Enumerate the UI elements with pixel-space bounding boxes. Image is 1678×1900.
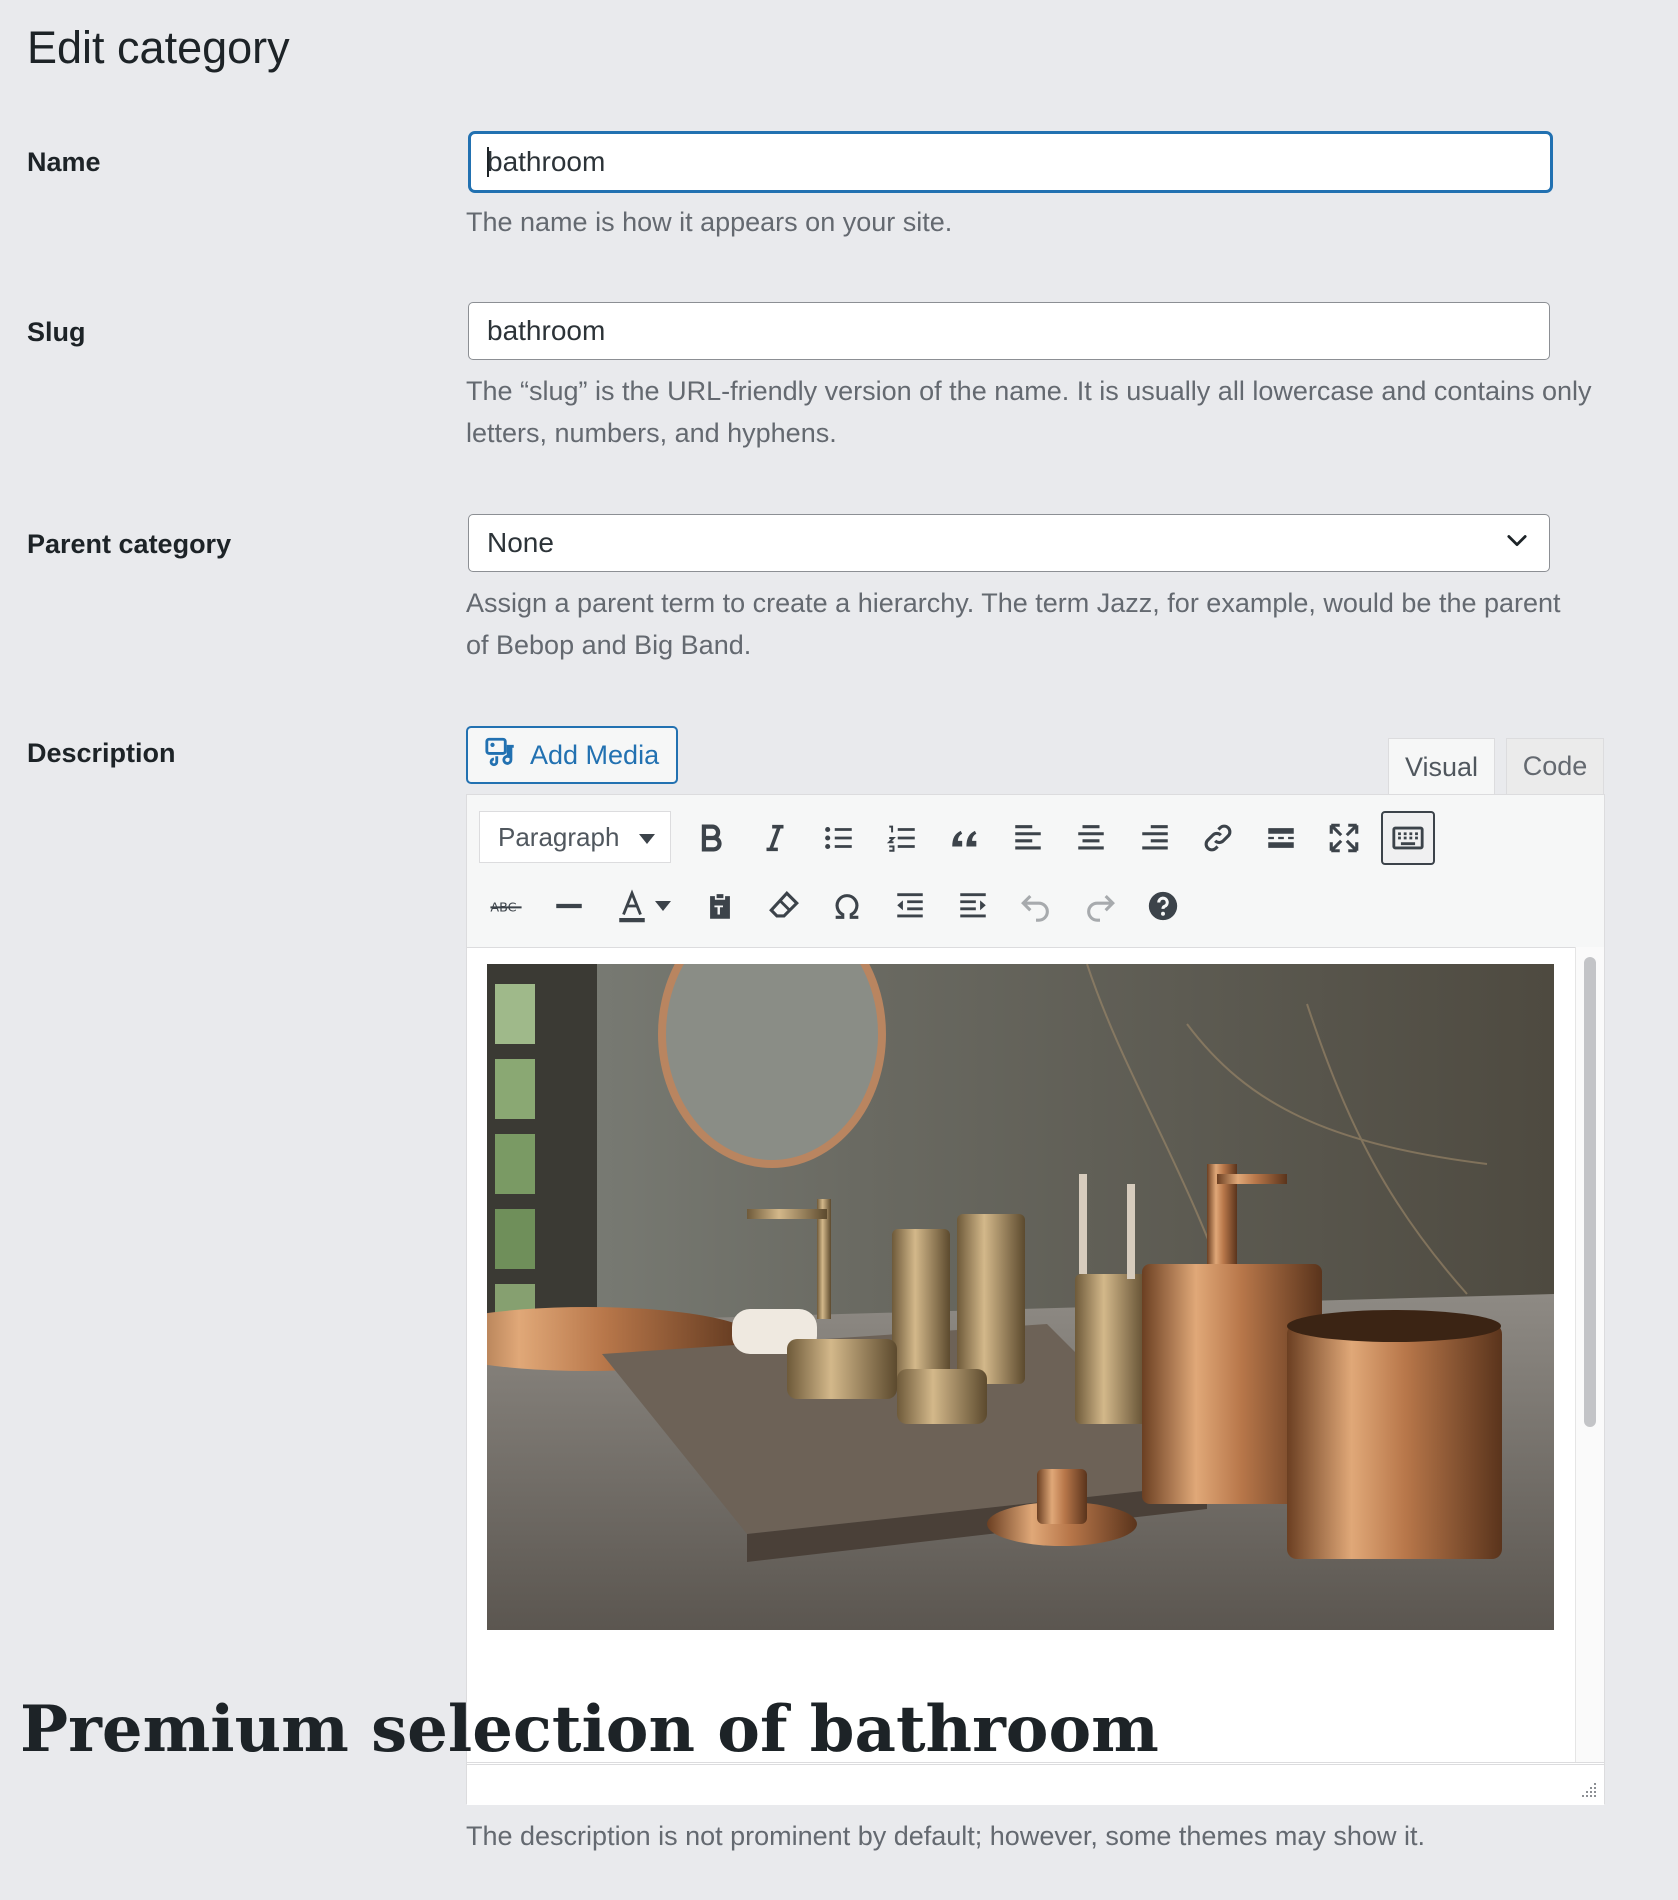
align-right-icon[interactable] bbox=[1128, 811, 1182, 865]
editor-toolbar: Paragraph ABC T bbox=[467, 795, 1604, 948]
undo-icon[interactable] bbox=[1009, 879, 1063, 933]
resize-grip-icon[interactable] bbox=[1578, 1779, 1598, 1799]
add-media-button[interactable]: Add Media bbox=[466, 726, 678, 784]
slug-input-value: bathroom bbox=[487, 315, 606, 346]
read-more-icon[interactable] bbox=[1254, 811, 1308, 865]
format-select[interactable]: Paragraph bbox=[479, 811, 671, 863]
italic-icon[interactable] bbox=[748, 811, 802, 865]
triangle-down-icon bbox=[638, 822, 656, 853]
svg-text:T: T bbox=[714, 904, 723, 919]
parent-category-select[interactable]: None bbox=[468, 514, 1550, 572]
description-help-text: The description is not prominent by defa… bbox=[466, 1821, 1425, 1851]
strikethrough-icon[interactable]: ABC bbox=[479, 879, 533, 933]
chevron-down-icon bbox=[1503, 526, 1531, 561]
clear-formatting-icon[interactable] bbox=[757, 879, 811, 933]
name-input[interactable]: bathroom bbox=[468, 131, 1553, 193]
horizontal-line-icon[interactable] bbox=[542, 879, 596, 933]
help-icon[interactable] bbox=[1136, 879, 1190, 933]
format-select-value: Paragraph bbox=[498, 821, 620, 852]
align-center-icon[interactable] bbox=[1064, 811, 1118, 865]
fullscreen-icon[interactable] bbox=[1317, 811, 1371, 865]
link-icon[interactable] bbox=[1191, 811, 1245, 865]
parent-category-selected: None bbox=[487, 527, 554, 558]
text-color-dropdown-icon[interactable] bbox=[649, 879, 677, 933]
slug-help-text: The “slug” is the URL-friendly version o… bbox=[466, 376, 1592, 448]
slug-label: Slug bbox=[27, 317, 86, 347]
special-character-icon[interactable] bbox=[820, 879, 874, 933]
name-input-value: bathroom bbox=[487, 146, 606, 177]
parent-category-label: Parent category bbox=[27, 529, 232, 559]
parent-help-text: Assign a parent term to create a hierarc… bbox=[466, 588, 1561, 660]
editor-scrollbar-thumb[interactable] bbox=[1584, 957, 1596, 1427]
blockquote-icon[interactable] bbox=[938, 811, 992, 865]
align-left-icon[interactable] bbox=[1001, 811, 1055, 865]
add-media-icon bbox=[484, 735, 518, 776]
editor-status-bar-cover bbox=[467, 1764, 1604, 1805]
bathroom-image[interactable] bbox=[417, 900, 1554, 1630]
name-label: Name bbox=[27, 147, 101, 177]
tab-visual[interactable]: Visual bbox=[1388, 738, 1495, 796]
editor-scrollbar[interactable] bbox=[1575, 947, 1604, 1763]
description-content-heading: Premium selection of bathroom bbox=[20, 1692, 1159, 1767]
slug-input[interactable]: bathroom bbox=[468, 302, 1550, 360]
numbered-list-icon[interactable] bbox=[875, 811, 929, 865]
bulleted-list-icon[interactable] bbox=[812, 811, 866, 865]
name-help-text: The name is how it appears on your site. bbox=[466, 207, 953, 237]
outdent-icon[interactable] bbox=[883, 879, 937, 933]
page-title: Edit category bbox=[27, 22, 290, 73]
description-label: Description bbox=[27, 738, 176, 768]
tab-code[interactable]: Code bbox=[1506, 738, 1604, 794]
toolbar-toggle-icon[interactable] bbox=[1381, 811, 1435, 865]
indent-icon[interactable] bbox=[946, 879, 1000, 933]
bold-icon[interactable] bbox=[684, 811, 738, 865]
paste-text-icon[interactable]: T bbox=[693, 879, 747, 933]
add-media-label: Add Media bbox=[530, 739, 660, 770]
redo-icon[interactable] bbox=[1073, 879, 1127, 933]
